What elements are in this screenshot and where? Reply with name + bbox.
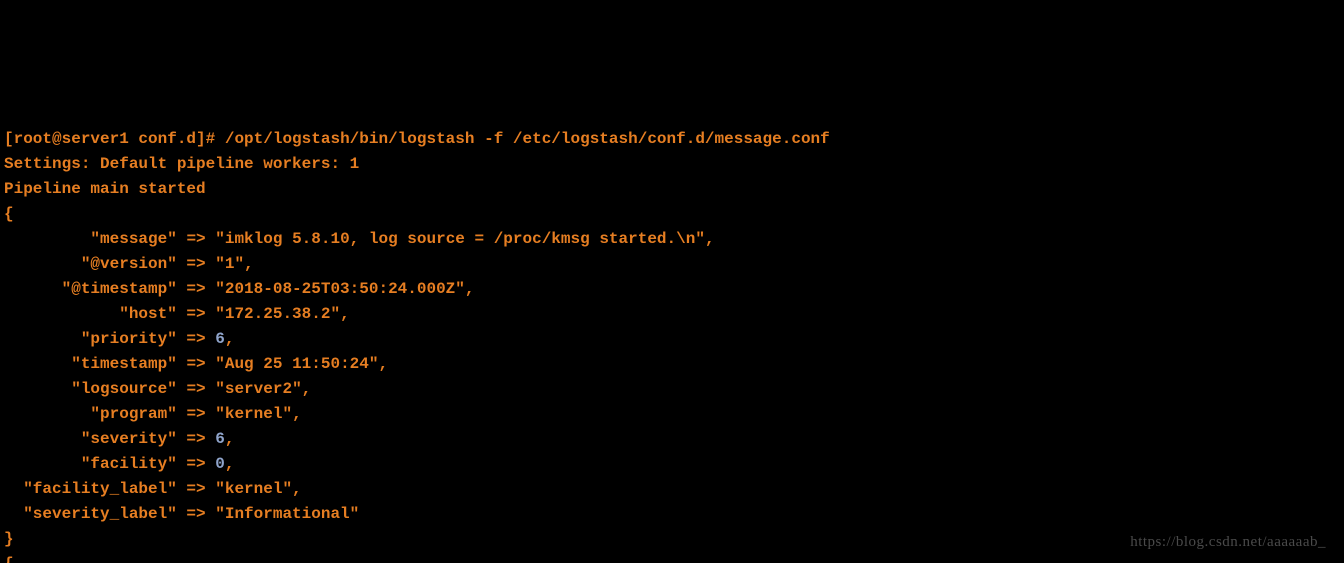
- watermark-text: https://blog.csdn.net/aaaaaab_: [1130, 530, 1326, 555]
- terminal-output: [root@server1 conf.d]# /opt/logstash/bin…: [0, 125, 1344, 563]
- settings-line: Settings: Default pipeline workers: 1: [4, 155, 359, 173]
- logstash-records: { "message" => "imklog 5.8.10, log sourc…: [4, 202, 1340, 563]
- shell-prompt: [root@server1 conf.d]#: [4, 130, 225, 148]
- pipeline-line: Pipeline main started: [4, 180, 206, 198]
- command-text: /opt/logstash/bin/logstash -f /etc/logst…: [225, 130, 830, 148]
